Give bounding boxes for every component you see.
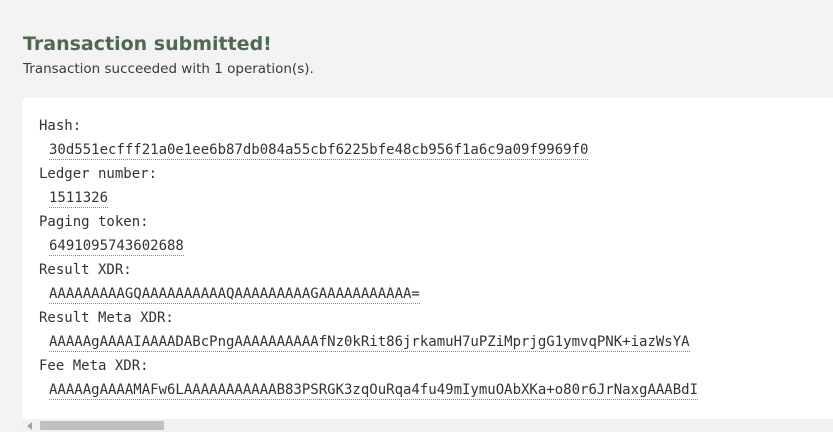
transaction-details: Hash: 30d551ecfff21a0e1ee6b87db084a55cbf… xyxy=(39,114,699,402)
result-xdr-value[interactable]: AAAAAAAAAGQAAAAAAAAAAQAAAAAAAAAGAAAAAAAA… xyxy=(49,286,420,304)
result-meta-xdr-value-row: AAAAAgAAAAIAAAADABcPngAAAAAAAAAAfNz0kRit… xyxy=(39,330,698,354)
horizontal-scrollbar[interactable] xyxy=(22,419,833,432)
scrollbar-thumb[interactable] xyxy=(40,421,164,430)
ledger-number-label: Ledger number: xyxy=(39,166,158,182)
fee-meta-xdr-value[interactable]: AAAAAgAAAAMAFw6LAAAAAAAAAAAB83PSRGK3zqOu… xyxy=(49,382,699,400)
ledger-number-value[interactable]: 1511326 xyxy=(49,190,109,208)
result-meta-xdr-value[interactable]: AAAAAgAAAAIAAAADABcPngAAAAAAAAAAfNz0kRit… xyxy=(49,334,690,352)
status-message: Transaction succeeded with 1 operation(s… xyxy=(23,61,314,77)
result-xdr-label: Result XDR: xyxy=(39,262,132,278)
paging-token-value[interactable]: 6491095743602688 xyxy=(49,238,184,256)
scroll-left-arrow-icon[interactable] xyxy=(27,422,32,430)
ledger-number-value-row: 1511326 xyxy=(39,186,698,210)
hash-value[interactable]: 30d551ecfff21a0e1ee6b87db084a55cbf6225bf… xyxy=(49,142,589,160)
result-xdr-value-row: AAAAAAAAAGQAAAAAAAAAAQAAAAAAAAAGAAAAAAAA… xyxy=(39,282,698,306)
hash-value-row: 30d551ecfff21a0e1ee6b87db084a55cbf6225bf… xyxy=(39,138,698,162)
paging-token-label: Paging token: xyxy=(39,214,149,230)
fee-meta-xdr-value-row: AAAAAgAAAAMAFw6LAAAAAAAAAAAB83PSRGK3zqOu… xyxy=(39,378,699,402)
paging-token-value-row: 6491095743602688 xyxy=(39,234,698,258)
result-meta-xdr-label: Result Meta XDR: xyxy=(39,310,174,326)
transaction-details-panel: Hash: 30d551ecfff21a0e1ee6b87db084a55cbf… xyxy=(22,98,833,419)
fee-meta-xdr-label: Fee Meta XDR: xyxy=(39,358,149,374)
page-title: Transaction submitted! xyxy=(23,33,272,55)
hash-label: Hash: xyxy=(39,118,82,134)
